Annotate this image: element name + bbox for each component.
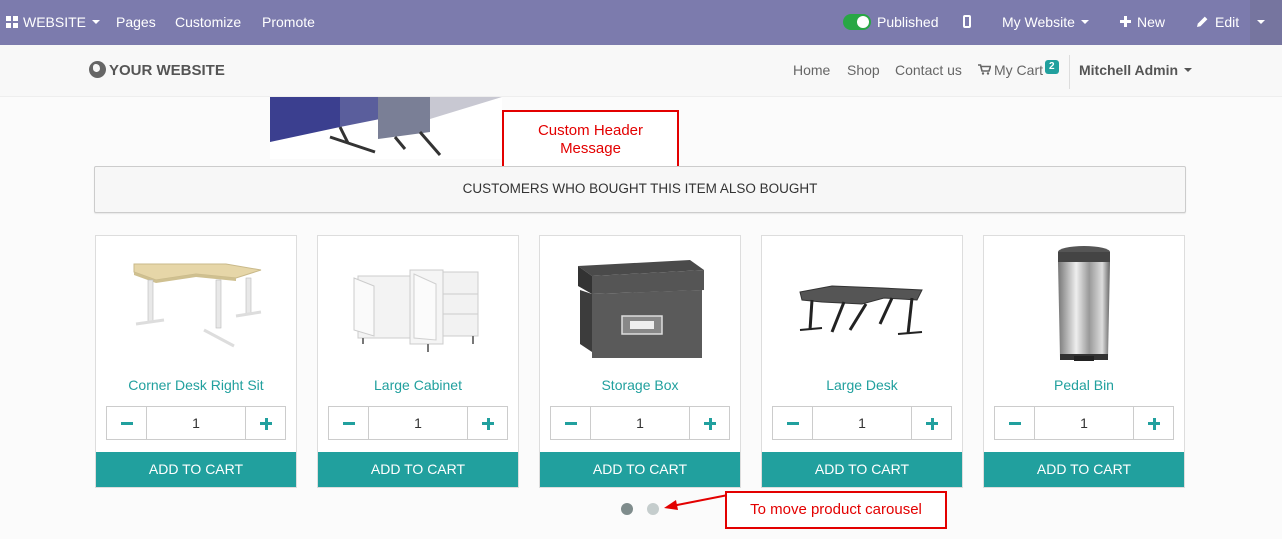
quantity-stepper: 1 — [994, 406, 1174, 440]
quantity-input[interactable]: 1 — [591, 407, 689, 439]
user-menu[interactable]: Mitchell Admin — [1079, 62, 1193, 78]
product-card: Storage Box 1 ADD TO CART — [539, 235, 741, 488]
product-image-corner-desk — [133, 263, 262, 348]
toggle-switch-icon — [843, 13, 871, 30]
mobile-preview-button[interactable] — [963, 0, 971, 45]
nav-contact[interactable]: Contact us — [895, 62, 962, 78]
nav-divider — [1069, 55, 1070, 89]
pencil-icon — [1197, 16, 1208, 28]
add-to-cart-button[interactable]: ADD TO CART — [540, 452, 740, 487]
increase-quantity-button[interactable] — [245, 407, 285, 439]
my-website-menu[interactable]: My Website — [1002, 0, 1089, 45]
product-image-storage-box — [578, 260, 704, 358]
nav-home[interactable]: Home — [793, 62, 830, 78]
add-to-cart-button[interactable]: ADD TO CART — [96, 452, 296, 487]
quantity-input[interactable]: 1 — [1035, 407, 1133, 439]
edit-label: Edit — [1215, 14, 1240, 30]
increase-quantity-button[interactable] — [911, 407, 951, 439]
published-toggle[interactable]: Published — [843, 0, 939, 45]
plus-icon — [1120, 16, 1131, 28]
quantity-stepper: 1 — [328, 406, 508, 440]
quantity-input[interactable]: 1 — [369, 407, 467, 439]
product-card: Large Desk 1 ADD TO CART — [761, 235, 963, 488]
quantity-input[interactable]: 1 — [813, 407, 911, 439]
mobile-phone-icon — [963, 15, 971, 29]
callout-arrow-icon — [664, 494, 729, 510]
increase-quantity-button[interactable] — [689, 407, 729, 439]
website-menu-label: WEBSITE — [23, 14, 87, 30]
my-website-label: My Website — [1002, 14, 1075, 30]
decrease-quantity-button[interactable] — [329, 407, 369, 439]
product-card: Corner Desk Right Sit 1 ADD TO CART — [95, 235, 297, 488]
admin-topbar: WEBSITE Pages Customize Promote Publishe… — [0, 0, 1282, 45]
edit-dropdown-toggle[interactable] — [1250, 0, 1282, 45]
carousel-dot-1[interactable] — [621, 503, 633, 515]
header-message-callout: Custom Header Message — [502, 110, 679, 168]
quantity-stepper: 1 — [550, 406, 730, 440]
carousel-dot-2[interactable] — [647, 503, 659, 515]
quantity-stepper: 1 — [772, 406, 952, 440]
new-label: New — [1137, 14, 1166, 30]
shopping-cart-icon — [978, 64, 991, 75]
related-products-heading: CUSTOMERS WHO BOUGHT THIS ITEM ALSO BOUG… — [94, 166, 1186, 213]
site-navbar: YOUR WEBSITE Home Shop Contact us My Car… — [0, 45, 1282, 97]
increase-quantity-button[interactable] — [467, 407, 507, 439]
related-products-title: CUSTOMERS WHO BOUGHT THIS ITEM ALSO BOUG… — [462, 181, 818, 196]
product-name[interactable]: Pedal Bin — [984, 377, 1184, 393]
product-name[interactable]: Large Cabinet — [318, 377, 518, 393]
product-banner-image — [270, 97, 502, 159]
product-image-pedal-bin — [1058, 246, 1110, 361]
quantity-stepper: 1 — [106, 406, 286, 440]
new-button[interactable]: New — [1120, 0, 1165, 45]
user-name: Mitchell Admin — [1079, 62, 1179, 78]
product-image-large-desk — [799, 285, 923, 335]
apps-grid-icon — [6, 15, 18, 28]
chevron-down-icon — [92, 20, 101, 25]
decrease-quantity-button[interactable] — [551, 407, 591, 439]
product-name[interactable]: Corner Desk Right Sit — [96, 377, 296, 393]
decrease-quantity-button[interactable] — [995, 407, 1035, 439]
product-image-cabinet — [353, 269, 479, 352]
nav-my-cart[interactable]: My Cart 2 — [978, 60, 1059, 78]
nav-shop[interactable]: Shop — [847, 62, 880, 78]
logo-text: YOUR WEBSITE — [109, 62, 225, 79]
pages-menu[interactable]: Pages — [116, 0, 156, 45]
website-menu[interactable]: WEBSITE — [6, 0, 101, 45]
increase-quantity-button[interactable] — [1133, 407, 1173, 439]
cart-count-badge: 2 — [1045, 60, 1059, 74]
customize-menu[interactable]: Customize — [175, 0, 241, 45]
product-card: Pedal Bin 1 ADD TO CART — [983, 235, 1185, 488]
edit-button[interactable]: Edit — [1196, 0, 1239, 45]
add-to-cart-button[interactable]: ADD TO CART — [318, 452, 518, 487]
add-to-cart-button[interactable]: ADD TO CART — [762, 452, 962, 487]
decrease-quantity-button[interactable] — [773, 407, 813, 439]
header-message-text: Custom Header Message — [537, 122, 644, 157]
chevron-down-icon — [1080, 20, 1089, 25]
carousel-callout: To move product carousel — [725, 491, 947, 529]
site-logo[interactable]: YOUR WEBSITE — [89, 61, 225, 79]
chevron-down-icon — [1184, 68, 1193, 73]
product-name[interactable]: Large Desk — [762, 377, 962, 393]
published-label: Published — [877, 14, 939, 30]
chevron-down-icon — [1257, 20, 1265, 25]
promote-menu[interactable]: Promote — [262, 0, 315, 45]
quantity-input[interactable]: 1 — [147, 407, 245, 439]
product-card: Large Cabinet 1 ADD TO CART — [317, 235, 519, 488]
carousel-callout-text: To move product carousel — [750, 501, 922, 518]
decrease-quantity-button[interactable] — [107, 407, 147, 439]
globe-icon — [89, 61, 106, 79]
add-to-cart-button[interactable]: ADD TO CART — [984, 452, 1184, 487]
cart-label: My Cart — [994, 62, 1043, 78]
product-name[interactable]: Storage Box — [540, 377, 740, 393]
